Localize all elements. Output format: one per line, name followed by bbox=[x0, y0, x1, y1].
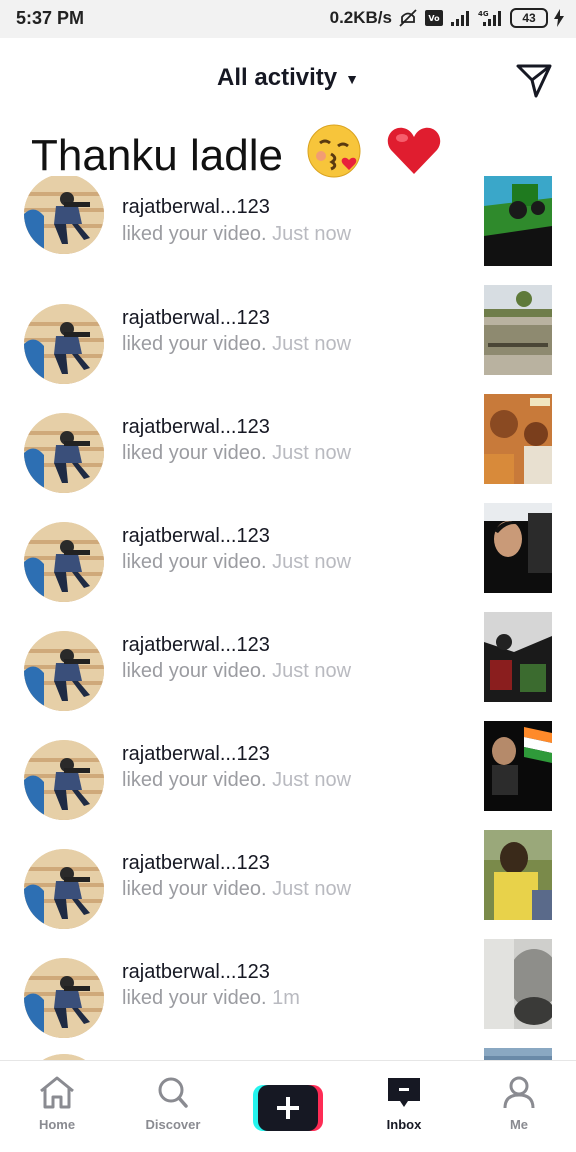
notification-time: Just now bbox=[272, 223, 352, 245]
caret-down-icon: ▼ bbox=[345, 70, 359, 87]
inbox-icon bbox=[388, 1078, 420, 1107]
status-bar: 5:37 PM 0.2KB/s Vo 4G 43 bbox=[0, 0, 576, 38]
video-thumbnail[interactable] bbox=[484, 939, 552, 1029]
video-thumbnail[interactable] bbox=[484, 830, 552, 920]
notification-username[interactable]: rajatberwal...123 bbox=[122, 525, 270, 548]
notification-action: liked your video. bbox=[122, 987, 267, 1009]
mute-icon bbox=[399, 9, 417, 27]
notification-message: liked your video. Just now bbox=[122, 878, 351, 901]
notification-time: Just now bbox=[272, 333, 352, 355]
svg-text:4G: 4G bbox=[478, 10, 489, 18]
notification-row[interactable]: rajatberwal...123 liked your video. Just… bbox=[0, 830, 576, 939]
notification-row[interactable]: rajatberwal...123 liked your video. Just… bbox=[0, 285, 576, 394]
notification-row[interactable]: rajatberwal...123 liked your video. Just… bbox=[0, 176, 576, 285]
notification-action: liked your video. bbox=[122, 660, 267, 682]
avatar[interactable] bbox=[24, 304, 104, 384]
tab-inbox-label: Inbox bbox=[386, 1117, 422, 1132]
notification-message: liked your video. Just now bbox=[122, 660, 351, 683]
4g-signal-icon: 4G bbox=[478, 10, 501, 26]
notification-username[interactable]: rajatberwal...123 bbox=[122, 743, 270, 766]
tab-home[interactable]: Home bbox=[7, 1075, 107, 1132]
avatar[interactable] bbox=[24, 631, 104, 711]
tab-me-label: Me bbox=[509, 1117, 529, 1132]
charging-icon bbox=[554, 9, 564, 27]
svg-text:Vo: Vo bbox=[428, 14, 440, 23]
bottom-tab-bar: Home Discover Inbox Me bbox=[0, 1060, 576, 1152]
notification-action: liked your video. bbox=[122, 333, 267, 355]
notification-message: liked your video. Just now bbox=[122, 769, 351, 792]
home-icon bbox=[40, 1076, 74, 1109]
create-video-button[interactable] bbox=[253, 1085, 323, 1131]
status-time: 5:37 PM bbox=[16, 8, 85, 28]
tab-discover[interactable]: Discover bbox=[123, 1075, 223, 1132]
video-thumbnail[interactable] bbox=[484, 721, 552, 811]
activity-filter-dropdown[interactable]: All activity ▼ bbox=[0, 64, 576, 92]
video-thumbnail[interactable] bbox=[484, 394, 552, 484]
notification-username[interactable]: rajatberwal...123 bbox=[122, 416, 270, 439]
inbox-header: All activity ▼ bbox=[0, 38, 576, 122]
avatar[interactable] bbox=[24, 522, 104, 602]
notification-row[interactable]: rajatberwal...123 liked your video. Just… bbox=[0, 612, 576, 721]
notification-time: Just now bbox=[272, 769, 352, 791]
tab-home-label: Home bbox=[38, 1117, 76, 1132]
volte-icon: Vo bbox=[425, 10, 443, 26]
notification-message: liked your video. Just now bbox=[122, 333, 351, 356]
tab-inbox[interactable]: Inbox bbox=[354, 1075, 454, 1132]
caption-overlay: Thanku ladle bbox=[31, 124, 443, 181]
notification-row[interactable]: rajatberwal...123 liked your video. Just… bbox=[0, 394, 576, 503]
activity-filter-label: All activity bbox=[217, 64, 338, 91]
notification-message: liked your video. Just now bbox=[122, 223, 351, 246]
notification-message: liked your video. Just now bbox=[122, 442, 351, 465]
avatar[interactable] bbox=[24, 958, 104, 1038]
notification-row[interactable] bbox=[0, 1048, 576, 1060]
notification-action: liked your video. bbox=[122, 442, 267, 464]
video-thumbnail[interactable] bbox=[484, 285, 552, 375]
avatar[interactable] bbox=[24, 849, 104, 929]
notification-username[interactable]: rajatberwal...123 bbox=[122, 634, 270, 657]
avatar[interactable] bbox=[24, 176, 104, 254]
notification-message: liked your video. 1m bbox=[122, 987, 300, 1010]
notification-message: liked your video. Just now bbox=[122, 551, 351, 574]
tab-discover-label: Discover bbox=[145, 1117, 201, 1132]
notification-username[interactable]: rajatberwal...123 bbox=[122, 307, 270, 330]
notification-row[interactable]: rajatberwal...123 liked your video. Just… bbox=[0, 721, 576, 830]
notification-time: Just now bbox=[272, 660, 352, 682]
network-speed: 0.2KB/s bbox=[329, 8, 392, 27]
search-icon bbox=[158, 1077, 188, 1108]
notification-time: Just now bbox=[272, 878, 352, 900]
notification-action: liked your video. bbox=[122, 551, 267, 573]
notification-row[interactable]: rajatberwal...123 liked your video. 1m bbox=[0, 939, 576, 1048]
video-thumbnail[interactable] bbox=[484, 1048, 552, 1060]
notification-action: liked your video. bbox=[122, 878, 267, 900]
video-thumbnail[interactable] bbox=[484, 176, 552, 266]
notification-row[interactable]: rajatberwal...123 liked your video. Just… bbox=[0, 503, 576, 612]
status-indicators: 0.2KB/s Vo 4G 43 bbox=[330, 8, 564, 28]
avatar[interactable] bbox=[24, 740, 104, 820]
notification-username[interactable]: rajatberwal...123 bbox=[122, 852, 270, 875]
caption-text: Thanku ladle bbox=[31, 131, 283, 180]
notification-action: liked your video. bbox=[122, 769, 267, 791]
notification-username[interactable]: rajatberwal...123 bbox=[122, 961, 270, 984]
notification-time: 1m bbox=[272, 987, 300, 1009]
video-thumbnail[interactable] bbox=[484, 612, 552, 702]
direct-message-icon[interactable] bbox=[514, 60, 554, 100]
notification-time: Just now bbox=[272, 551, 352, 573]
notification-username[interactable]: rajatberwal...123 bbox=[122, 196, 270, 219]
video-thumbnail[interactable] bbox=[484, 503, 552, 593]
red-heart-emoji bbox=[388, 127, 441, 174]
battery-indicator: 43 bbox=[510, 8, 548, 28]
notification-list[interactable]: rajatberwal...123 liked your video. Just… bbox=[0, 176, 576, 1060]
signal-icon bbox=[451, 11, 469, 26]
kissing-face-emoji bbox=[307, 124, 361, 178]
notification-time: Just now bbox=[272, 442, 352, 464]
notification-action: liked your video. bbox=[122, 223, 267, 245]
avatar[interactable] bbox=[24, 413, 104, 493]
tab-me[interactable]: Me bbox=[469, 1075, 569, 1132]
profile-icon bbox=[503, 1076, 535, 1109]
